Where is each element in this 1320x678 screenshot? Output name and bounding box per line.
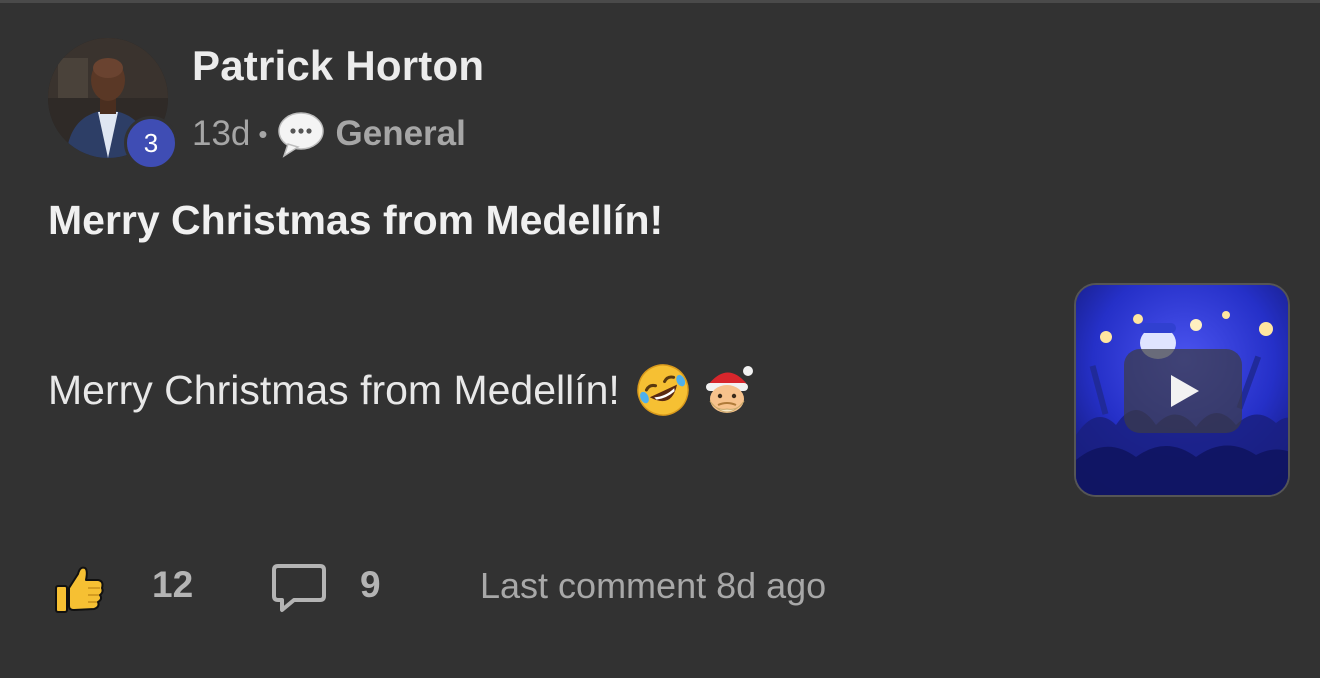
comment-count[interactable]: 9	[360, 564, 381, 606]
comment-bubble-icon[interactable]	[270, 562, 328, 614]
level-badge: 3	[124, 116, 178, 170]
play-button[interactable]	[1124, 349, 1242, 433]
rolling-on-floor-laughing-emoji	[637, 364, 689, 416]
post-category[interactable]: General	[336, 114, 466, 154]
like-count[interactable]: 12	[152, 564, 193, 606]
post-time: 13d	[192, 114, 251, 153]
post-body: Merry Christmas from Medellín!	[48, 360, 756, 420]
last-comment-time: Last comment 8d ago	[480, 565, 827, 606]
video-thumbnail[interactable]	[1074, 283, 1290, 497]
thumbs-up-icon[interactable]	[52, 562, 106, 616]
meta-separator: •	[258, 118, 268, 149]
post-footer: 12 9 Last comment 8d ago	[48, 556, 1248, 620]
play-icon	[1171, 375, 1199, 407]
author-name[interactable]: Patrick Horton	[192, 42, 484, 90]
post-title[interactable]: Merry Christmas from Medellín!	[48, 197, 663, 244]
post-meta: 13d • General	[192, 110, 466, 158]
speech-bubble-icon	[277, 112, 324, 158]
post-body-text: Merry Christmas from Medellín!	[48, 366, 620, 413]
santa-claus-emoji	[705, 366, 753, 413]
post-card[interactable]: 3 Patrick Horton 13d • General Merry Chr…	[0, 0, 1320, 678]
